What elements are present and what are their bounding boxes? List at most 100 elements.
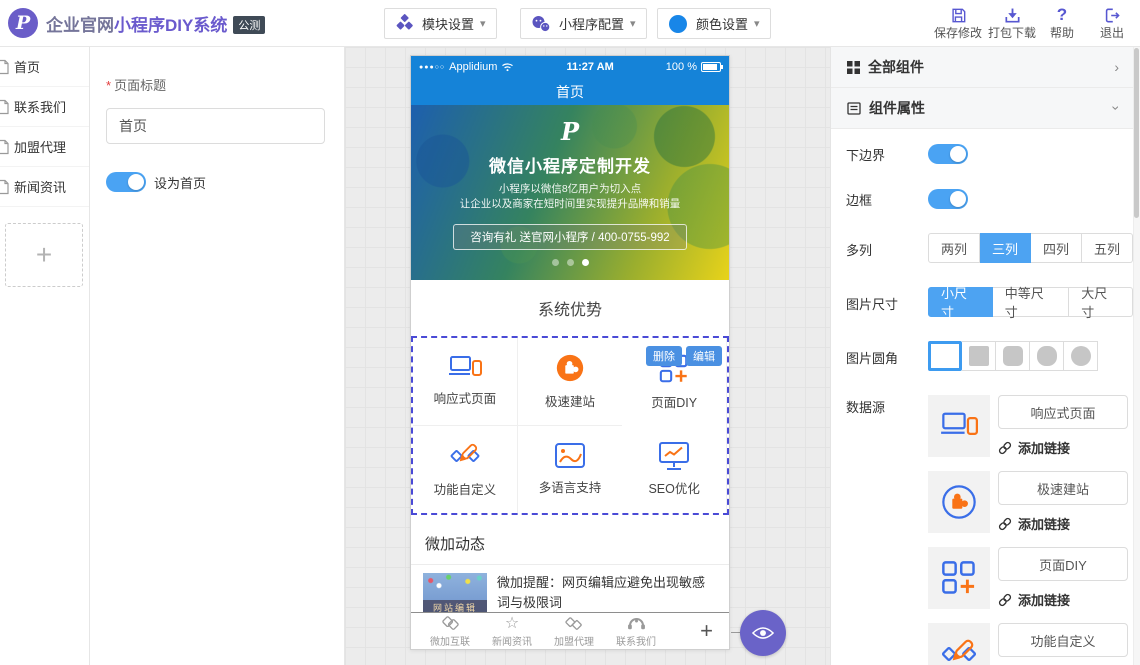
size-small-selected[interactable]: 小尺寸 [928,287,993,317]
custom-func-icon [940,635,978,665]
carrier-label: Applidium [449,61,497,73]
tab-news[interactable]: ☆ 新闻资讯 [481,615,543,648]
tab-agency[interactable]: 加盟代理 [543,615,605,648]
seo-icon [657,441,691,471]
radius-option-3[interactable] [1030,341,1064,371]
grid-item-seo[interactable]: SEO优化 [622,426,727,514]
columns-option-5[interactable]: 五列 [1082,233,1133,263]
page-icon [0,99,10,115]
banner-subtitle-1: 小程序以微信8亿用户为切入点 [411,182,729,197]
grid-item-customfunc[interactable]: 功能自定义 [413,426,518,514]
page-settings-panel: *页面标题 设为首页 [90,47,345,665]
image-size-label: 图片尺寸 [846,292,928,313]
add-tab-button[interactable]: + [700,618,713,644]
banner-cta-button[interactable]: 咨询有礼 送官网小程序 / 400-0755-992 [453,224,686,250]
responsive-icon [940,411,978,441]
tab-contact[interactable]: 联系我们 [605,615,667,648]
exit-button[interactable]: 退出 [1086,6,1138,41]
edit-component-button[interactable]: 编辑 [686,346,722,366]
sidebar-item-home[interactable]: 首页 [0,47,89,87]
component-props-row[interactable]: 组件属性 › [831,88,1133,129]
section-title-news: 微加动态 [411,523,729,565]
datasource-title-input[interactable] [998,471,1128,505]
components-grid-icon [847,61,860,74]
datasource-title-input[interactable] [998,395,1128,429]
tab-weijia[interactable]: 微加互联 [419,615,481,648]
grid-item-multilang[interactable]: 多语言支持 [518,426,623,514]
caret-down-icon: ▾ [630,17,636,30]
border-toggle[interactable] [928,189,968,209]
banner-slide[interactable]: P 微信小程序定制开发 小程序以微信8亿用户为切入点 让企业以及商家在短时间里实… [411,105,729,280]
caret-down-icon: ▾ [480,17,486,30]
news-item[interactable]: 网站编辑 微加提醒：网页编辑应避免出现敏感词与极限词 [411,565,729,614]
grid-item-fastbuild[interactable]: 极速建站 [518,338,623,426]
sidebar-item-news[interactable]: 新闻资讯 [0,167,89,207]
radius-option-0-selected[interactable] [928,341,962,371]
datasource-item: 添加链接 [928,623,1128,665]
phone-tab-bar: 微加互联 ☆ 新闻资讯 加盟代理 联系我们 + [411,612,729,649]
phone-nav-title: 首页 [556,82,584,102]
datasource-thumb[interactable] [928,471,990,533]
delete-component-button[interactable]: 删除 [646,346,682,366]
carousel-dot-active[interactable] [582,259,589,266]
page-diy-icon [940,559,978,597]
wifi-icon [501,62,514,72]
responsive-icon [448,355,482,381]
signal-dots-icon: ●●●○○ [419,64,445,71]
app-header: P 企业官网小程序DIY系统公测 模块设置▾ 小程序配置▾ 颜色设置▾ 保存修改… [0,0,1140,47]
datasource-thumb[interactable] [928,547,990,609]
columns-option-4[interactable]: 四列 [1031,233,1082,263]
sidebar-item-contact[interactable]: 联系我们 [0,87,89,127]
bottom-border-toggle[interactable] [928,144,968,164]
toggle-knob [128,174,144,190]
add-link-button[interactable]: 添加链接 [998,514,1128,533]
download-label: 打包下载 [986,24,1038,41]
chevron-down-icon: › [1109,106,1125,111]
columns-label: 多列 [846,238,928,259]
size-large[interactable]: 大尺寸 [1069,287,1133,317]
app-title: 企业官网小程序DIY系统公测 [46,11,265,36]
add-link-button[interactable]: 添加链接 [998,590,1128,609]
datasource-thumb[interactable] [928,623,990,665]
all-components-row[interactable]: 全部组件 › [831,47,1133,88]
columns-option-2[interactable]: 两列 [928,233,980,263]
image-size-segment: 小尺寸 中等尺寸 大尺寸 [928,287,1133,317]
help-label: 帮助 [1036,24,1088,41]
app-logo-icon: P [8,8,38,38]
banner-subtitle-2: 让企业以及商家在短时间里实现提升品牌和销量 [411,197,729,212]
carousel-dot[interactable] [567,259,574,266]
add-link-button[interactable]: 添加链接 [998,438,1128,457]
sidebar-item-agency[interactable]: 加盟代理 [0,127,89,167]
datasource-item: 添加链接 [928,547,1128,609]
custom-func-icon [449,440,481,472]
preview-eye-button[interactable] [740,610,786,656]
columns-option-3-selected[interactable]: 三列 [980,233,1031,263]
download-button[interactable]: 打包下载 [986,6,1038,41]
grid-item-responsive[interactable]: 响应式页面 [413,338,518,426]
datasource-title-input[interactable] [998,547,1128,581]
carousel-dot[interactable] [552,259,559,266]
datasource-thumb[interactable] [928,395,990,457]
set-home-toggle[interactable] [106,172,146,192]
phone-status-bar: ●●●○○ Applidium 11:27 AM 100 % [411,56,729,78]
datasource-item: 添加链接 [928,471,1128,533]
page-title-input[interactable] [106,108,325,144]
radius-option-1[interactable] [962,341,996,371]
module-settings-button[interactable]: 模块设置▾ [384,8,497,39]
radius-option-4[interactable] [1064,341,1098,371]
selected-grid-component[interactable]: 删除 编辑 响应式页面 极速建站 页面DIY 功能自定义 多语言支持 SEO优化 [411,336,729,515]
battery-percent-label: 100 % [666,61,697,73]
scrollbar-thumb[interactable] [1134,48,1139,218]
datasource-title-input[interactable] [998,623,1128,657]
miniprogram-config-button[interactable]: 小程序配置▾ [520,8,647,39]
save-button[interactable]: 保存修改 [932,6,984,41]
modules-icon [395,14,414,33]
datasource-list: 添加链接 添加链接 [928,395,1128,665]
fast-build-icon [940,483,978,521]
color-settings-button[interactable]: 颜色设置▾ [657,8,771,39]
add-page-button[interactable]: + [5,223,83,287]
help-button[interactable]: ? 帮助 [1036,6,1088,41]
color-dot-icon [668,14,688,34]
size-medium[interactable]: 中等尺寸 [993,287,1070,317]
radius-option-2[interactable] [996,341,1030,371]
